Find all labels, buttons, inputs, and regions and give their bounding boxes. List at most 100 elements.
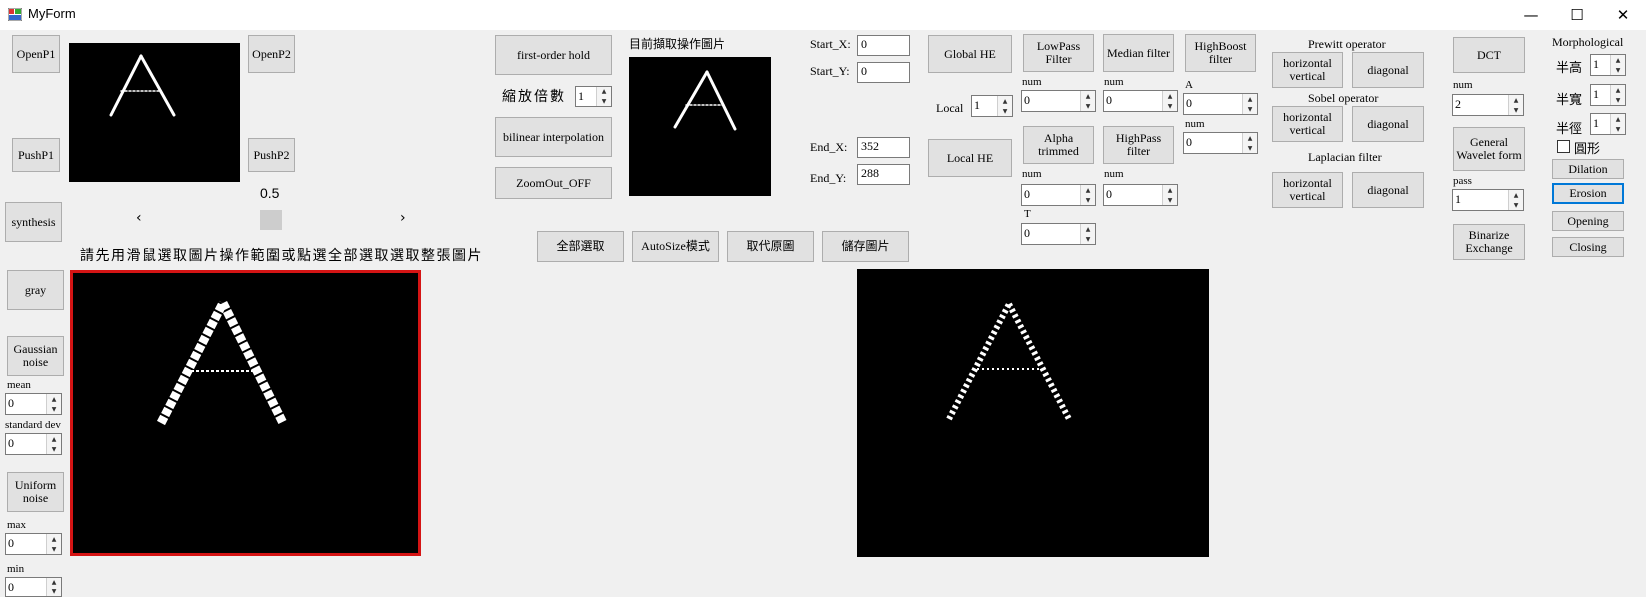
half-width-input[interactable]: 1 ▲ ▼: [1590, 84, 1626, 106]
morphological-label: Morphological: [1552, 35, 1624, 49]
start-y-label: Start_Y:: [810, 64, 850, 78]
highboost-num-label: num: [1185, 118, 1205, 130]
dct-num-input[interactable]: 2 ▲ ▼: [1452, 94, 1524, 116]
scroll-left-icon[interactable]: ‹: [136, 210, 142, 226]
highpass-num-label: num: [1104, 168, 1124, 180]
median-num-label: num: [1104, 76, 1124, 88]
lowpass-num-label: num: [1022, 76, 1042, 88]
prewitt-label: Prewitt operator: [1308, 37, 1386, 51]
trackbar[interactable]: ‹ ›: [136, 208, 410, 232]
trackbar-thumb[interactable]: [260, 210, 282, 230]
erosion-button[interactable]: Erosion: [1552, 183, 1624, 204]
sobel-hv-button[interactable]: horizontal vertical: [1272, 106, 1343, 142]
radius-input[interactable]: 1 ▲ ▼: [1590, 113, 1626, 135]
save-image-button[interactable]: 儲存圖片: [822, 231, 909, 262]
alpha-num-input[interactable]: 0 ▲ ▼: [1021, 184, 1096, 206]
prewitt-hv-button[interactable]: horizontal vertical: [1272, 52, 1343, 88]
alpha-num-label: num: [1022, 168, 1042, 180]
p1-image[interactable]: [69, 43, 240, 182]
select-all-button[interactable]: 全部選取: [537, 231, 624, 262]
scale-input[interactable]: 1 ▲ ▼: [575, 86, 612, 107]
a-input[interactable]: 0 ▲ ▼: [1183, 93, 1258, 115]
first-order-hold-button[interactable]: first-order hold: [495, 35, 612, 75]
output-image[interactable]: [857, 269, 1209, 557]
trackbar-value: 0.5: [260, 185, 280, 201]
laplacian-diagonal-button[interactable]: diagonal: [1352, 172, 1424, 208]
closing-button[interactable]: Closing: [1552, 237, 1624, 257]
circle-label: 圓形: [1574, 141, 1601, 156]
scroll-right-icon[interactable]: ›: [400, 210, 406, 226]
highboost-num-input[interactable]: 0 ▲ ▼: [1183, 132, 1258, 154]
synthesis-button[interactable]: synthesis: [5, 202, 62, 242]
dct-num-label: num: [1453, 79, 1473, 91]
minimize-button[interactable]: —: [1508, 0, 1554, 30]
gaussian-noise-button[interactable]: Gaussian noise: [7, 336, 64, 376]
highpass-filter-button[interactable]: HighPass filter: [1103, 126, 1174, 164]
highboost-filter-button[interactable]: HighBoost filter: [1185, 34, 1256, 72]
min-input[interactable]: 0 ▲ ▼: [5, 577, 62, 597]
autosize-button[interactable]: AutoSize模式: [632, 231, 719, 262]
dct-button[interactable]: DCT: [1453, 37, 1525, 73]
sobel-diagonal-button[interactable]: diagonal: [1352, 106, 1424, 142]
sobel-label: Sobel operator: [1308, 91, 1379, 105]
start-x-input[interactable]: 0: [857, 35, 910, 56]
prewitt-diagonal-button[interactable]: diagonal: [1352, 52, 1424, 88]
circle-checkbox[interactable]: [1557, 140, 1570, 153]
end-y-label: End_Y:: [810, 171, 847, 185]
max-input[interactable]: 0 ▲ ▼: [5, 533, 62, 555]
local-input[interactable]: 1 ▲ ▼: [971, 95, 1013, 117]
push-p1-button[interactable]: PushP1: [12, 138, 60, 172]
t-input[interactable]: 0 ▲ ▼: [1021, 223, 1096, 245]
close-button[interactable]: ✕: [1600, 0, 1646, 30]
global-he-button[interactable]: Global HE: [928, 35, 1012, 73]
open-p1-button[interactable]: OpenP1: [12, 35, 60, 73]
half-width-label: 半寬: [1556, 92, 1583, 107]
t-label: T: [1024, 208, 1031, 220]
laplacian-hv-button[interactable]: horizontal vertical: [1272, 172, 1343, 208]
lowpass-num-input[interactable]: 0 ▲ ▼: [1021, 90, 1096, 112]
general-wavelet-button[interactable]: General Wavelet form: [1453, 127, 1525, 171]
push-p2-button[interactable]: PushP2: [248, 138, 295, 172]
replace-original-button[interactable]: 取代原圖: [727, 231, 814, 262]
window-title: MyForm: [28, 6, 76, 21]
title-bar: [0, 0, 1646, 30]
pass-input[interactable]: 1 ▲ ▼: [1452, 189, 1524, 211]
bilinear-interpolation-button[interactable]: bilinear interpolation: [495, 117, 612, 157]
app-icon: [8, 8, 22, 21]
half-height-label: 半高: [1556, 60, 1583, 75]
median-filter-button[interactable]: Median filter: [1103, 34, 1174, 72]
uniform-noise-button[interactable]: Uniform noise: [7, 472, 64, 512]
current-image-label: 目前擷取操作圖片: [629, 37, 726, 51]
start-y-input[interactable]: 0: [857, 62, 910, 83]
binarize-exchange-button[interactable]: Binarize Exchange: [1453, 224, 1525, 260]
min-label: min: [7, 563, 25, 575]
end-x-label: End_X:: [810, 140, 848, 154]
std-dev-label: standard dev: [5, 419, 61, 431]
end-y-input[interactable]: 288: [857, 164, 910, 185]
local-he-button[interactable]: Local HE: [928, 139, 1012, 177]
a-label: A: [1185, 79, 1193, 91]
end-x-input[interactable]: 352: [857, 137, 910, 158]
gray-button[interactable]: gray: [7, 270, 64, 310]
std-dev-input[interactable]: 0 ▲ ▼: [5, 433, 62, 455]
local-label: Local: [936, 101, 964, 115]
max-label: max: [7, 519, 26, 531]
half-height-input[interactable]: 1 ▲ ▼: [1590, 54, 1626, 76]
median-num-input[interactable]: 0 ▲ ▼: [1103, 90, 1178, 112]
maximize-button[interactable]: ☐: [1554, 0, 1600, 30]
alpha-trimmed-button[interactable]: Alpha trimmed: [1023, 126, 1094, 164]
lowpass-filter-button[interactable]: LowPass Filter: [1023, 34, 1094, 72]
highpass-num-input[interactable]: 0 ▲ ▼: [1103, 184, 1178, 206]
open-p2-button[interactable]: OpenP2: [248, 35, 295, 73]
zoomout-button[interactable]: ZoomOut_OFF: [495, 167, 612, 199]
main-input-image[interactable]: [70, 270, 421, 556]
current-crop-image[interactable]: [629, 57, 771, 196]
radius-label: 半徑: [1556, 121, 1583, 136]
scale-label: 縮放倍數: [502, 90, 566, 105]
instruction-text: 請先用滑鼠選取圖片操作範圍或點選全部選取選取整張圖片: [80, 249, 483, 264]
opening-button[interactable]: Opening: [1552, 211, 1624, 231]
pass-label: pass: [1453, 175, 1472, 187]
dilation-button[interactable]: Dilation: [1552, 159, 1624, 179]
mean-input[interactable]: 0 ▲ ▼: [5, 393, 62, 415]
mean-label: mean: [7, 379, 31, 391]
